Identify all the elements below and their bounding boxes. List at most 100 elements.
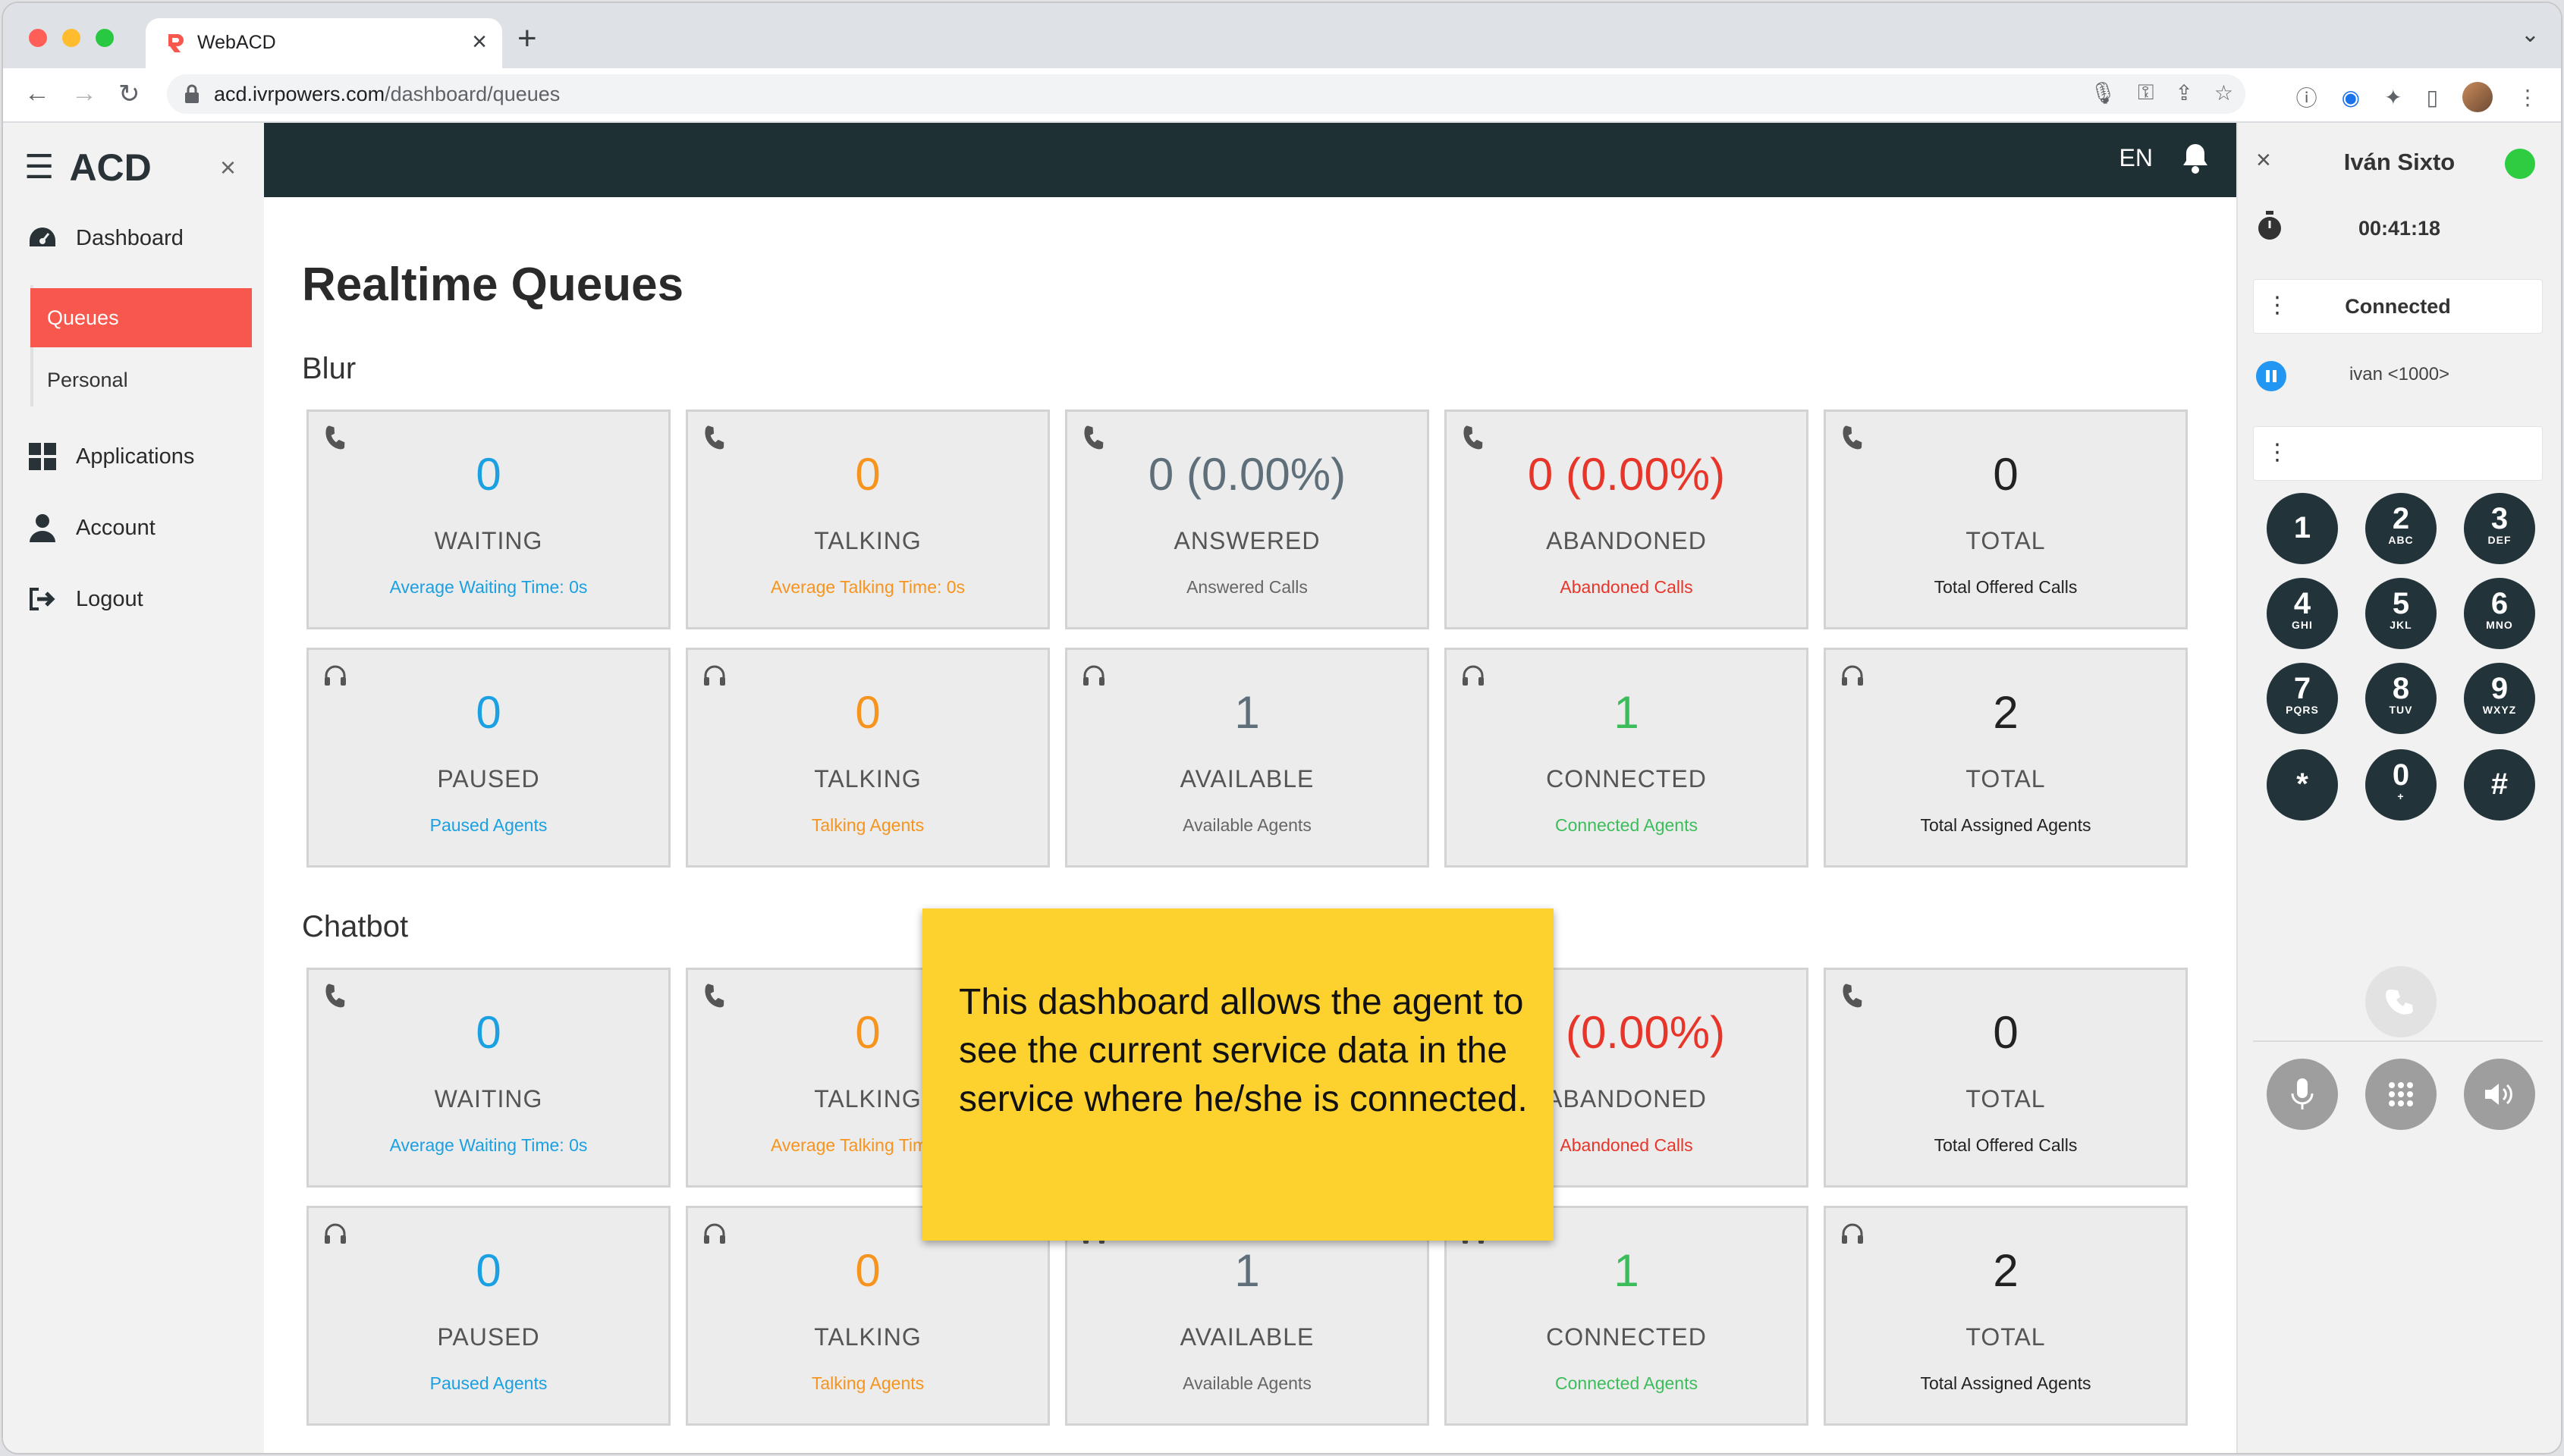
side-panel-icon[interactable]: ▯: [2427, 85, 2438, 110]
stat-value: 0: [855, 1245, 881, 1296]
keypad-icon: [2389, 1082, 2413, 1106]
dial-key-1[interactable]: 1: [2267, 493, 2338, 564]
dial-key-4[interactable]: 4 GHI: [2267, 578, 2338, 649]
dial-input[interactable]: ⋮: [2253, 426, 2543, 481]
stat-label: TALKING: [814, 1323, 922, 1351]
new-tab-button[interactable]: +: [517, 20, 537, 58]
stat-label: ABANDONED: [1546, 527, 1707, 554]
stat-value: 1: [1613, 687, 1639, 738]
minimize-window-button[interactable]: [62, 29, 80, 47]
stat-value: 2: [1993, 1245, 2019, 1296]
stat-label: TALKING: [814, 765, 922, 792]
presence-status-dot[interactable]: [2505, 149, 2535, 179]
share-icon[interactable]: ⇪: [2175, 80, 2192, 105]
keypad-toggle-button[interactable]: [2365, 1059, 2437, 1130]
stat-caption: Total Assigned Agents: [1920, 1373, 2091, 1393]
sidebar-subitem-queues[interactable]: Queues: [30, 288, 252, 347]
dial-key-0[interactable]: 0 +: [2365, 749, 2437, 821]
sidebar-item-logout[interactable]: Logout: [26, 582, 143, 616]
stat-label: AVAILABLE: [1180, 765, 1315, 792]
stat-caption: Paused Agents: [429, 1373, 548, 1393]
dial-key-letters: WXYZ: [2482, 704, 2517, 716]
grid-icon: [26, 440, 59, 473]
dial-key-hash[interactable]: #: [2464, 749, 2535, 821]
sidebar-item-label: Account: [76, 515, 156, 540]
stat-caption: Connected Agents: [1555, 815, 1698, 835]
dial-key-digit: 5: [2392, 587, 2410, 620]
stat-label: WAITING: [434, 1085, 543, 1112]
call-timer: 00:41:18: [2358, 217, 2441, 240]
url-host: acd.ivrpowers.com: [214, 83, 385, 105]
stat-label: TOTAL: [1965, 1323, 2046, 1351]
stat-caption: Paused Agents: [429, 815, 548, 835]
sidebar-item-account[interactable]: Account: [26, 511, 156, 544]
status-dropdown[interactable]: ⋮ Connected: [2253, 279, 2543, 334]
stat-card-total: 2 TOTAL Total Assigned Agents: [1824, 648, 2188, 868]
dial-key-5[interactable]: 5 JKL: [2365, 578, 2437, 649]
dial-key-letters: JKL: [2390, 619, 2412, 631]
dial-key-8[interactable]: 8 TUV: [2365, 663, 2437, 734]
stat-value: 0: [476, 1245, 501, 1296]
dial-key-9[interactable]: 9 WXYZ: [2464, 663, 2535, 734]
browser-menu-icon[interactable]: ⋮: [2517, 85, 2538, 110]
sidebar-item-label: Dashboard: [76, 225, 184, 250]
dial-key-7[interactable]: 7 PQRS: [2267, 663, 2338, 734]
key-icon[interactable]: ⚿: [2138, 80, 2154, 105]
stat-card-total: 0 TOTAL Total Offered Calls: [1824, 410, 2188, 629]
dial-key-letters: MNO: [2486, 619, 2513, 631]
maximize-window-button[interactable]: [96, 29, 114, 47]
sidebar-subitem-label: Personal: [47, 368, 128, 391]
notifications-bell-icon[interactable]: [2180, 141, 2211, 174]
dial-key-star[interactable]: *: [2267, 749, 2338, 821]
dial-menu-kebab-icon[interactable]: ⋮: [2266, 439, 2289, 466]
dial-key-digit: #: [2490, 767, 2509, 801]
dial-key-2[interactable]: 2 ABC: [2365, 493, 2437, 564]
user-icon: [26, 511, 59, 544]
sidebar-item-dashboard[interactable]: Dashboard: [26, 221, 184, 255]
bookmark-star-icon[interactable]: ☆: [2214, 80, 2233, 105]
stat-value: 0: [1993, 1007, 2019, 1058]
tab-close-icon[interactable]: ×: [472, 27, 487, 57]
reload-icon[interactable]: ↻: [118, 79, 140, 109]
profile-avatar[interactable]: [2462, 82, 2493, 112]
softphone-divider: [2253, 1040, 2543, 1042]
dial-key-6[interactable]: 6 MNO: [2464, 578, 2535, 649]
back-arrow-icon[interactable]: ←: [24, 79, 50, 108]
forward-arrow-icon[interactable]: →: [71, 79, 97, 108]
page-title: Realtime Queues: [302, 259, 684, 311]
stat-caption: Talking Agents: [811, 1373, 925, 1393]
browser-tab[interactable]: WebACD ×: [146, 18, 502, 68]
mute-button[interactable]: [2267, 1059, 2338, 1130]
tab-search-chevron-icon[interactable]: ⌄: [2521, 21, 2540, 48]
extensions-puzzle-icon[interactable]: ✦: [2384, 85, 2402, 110]
main-content: Realtime Queues Blur 0 WAITING Average Wait…: [264, 197, 2236, 1453]
sidebar-item-applications[interactable]: Applications: [26, 440, 194, 473]
call-icon: [2386, 990, 2413, 1015]
stat-caption: Available Agents: [1183, 1373, 1312, 1393]
stat-caption: Total Assigned Agents: [1920, 815, 2091, 835]
extension-blue-icon[interactable]: ◉: [2342, 85, 2360, 110]
stat-card-connected: 1 CONNECTED Connected Agents: [1444, 648, 1808, 868]
language-selector[interactable]: EN: [2119, 144, 2153, 172]
hamburger-menu-icon[interactable]: ☰: [24, 151, 54, 184]
agent-extension: ivan <1000>: [2349, 364, 2450, 384]
address-bar[interactable]: acd.ivrpowers.com/dashboard/queues 🎙 ⚿ ⇪…: [167, 74, 2245, 114]
stat-value: 0 (0.00%): [1527, 449, 1726, 500]
close-window-button[interactable]: [29, 29, 47, 47]
url-text: acd.ivrpowers.com/dashboard/queues: [214, 83, 560, 106]
browser-toolbar: ← → ↻ acd.ivrpowers.com/dashboard/queues…: [3, 68, 2561, 123]
sidebar-close-icon[interactable]: ×: [220, 152, 236, 184]
sidebar-subitem-personal[interactable]: Personal: [30, 350, 252, 410]
call-button[interactable]: [2365, 966, 2437, 1037]
stat-label: TOTAL: [1965, 1085, 2046, 1112]
speaker-button[interactable]: [2464, 1059, 2535, 1130]
omnibox-actions: 🎙 ⚿ ⇪ ☆: [2090, 80, 2233, 105]
stat-caption: Average Talking Time: 0s: [770, 577, 966, 597]
stat-card-waiting: 0 WAITING Average Waiting Time: 0s: [306, 410, 671, 629]
microphone-icon[interactable]: 🎙: [2090, 80, 2117, 105]
extension-1password-icon[interactable]: ⓘ: [2296, 82, 2317, 112]
stat-label: CONNECTED: [1546, 1323, 1707, 1351]
stat-card-paused: 0 PAUSED Paused Agents: [306, 1206, 671, 1426]
dial-key-3[interactable]: 3 DEF: [2464, 493, 2535, 564]
tutorial-tooltip: This dashboard allows the agent to see t…: [922, 908, 1554, 1241]
